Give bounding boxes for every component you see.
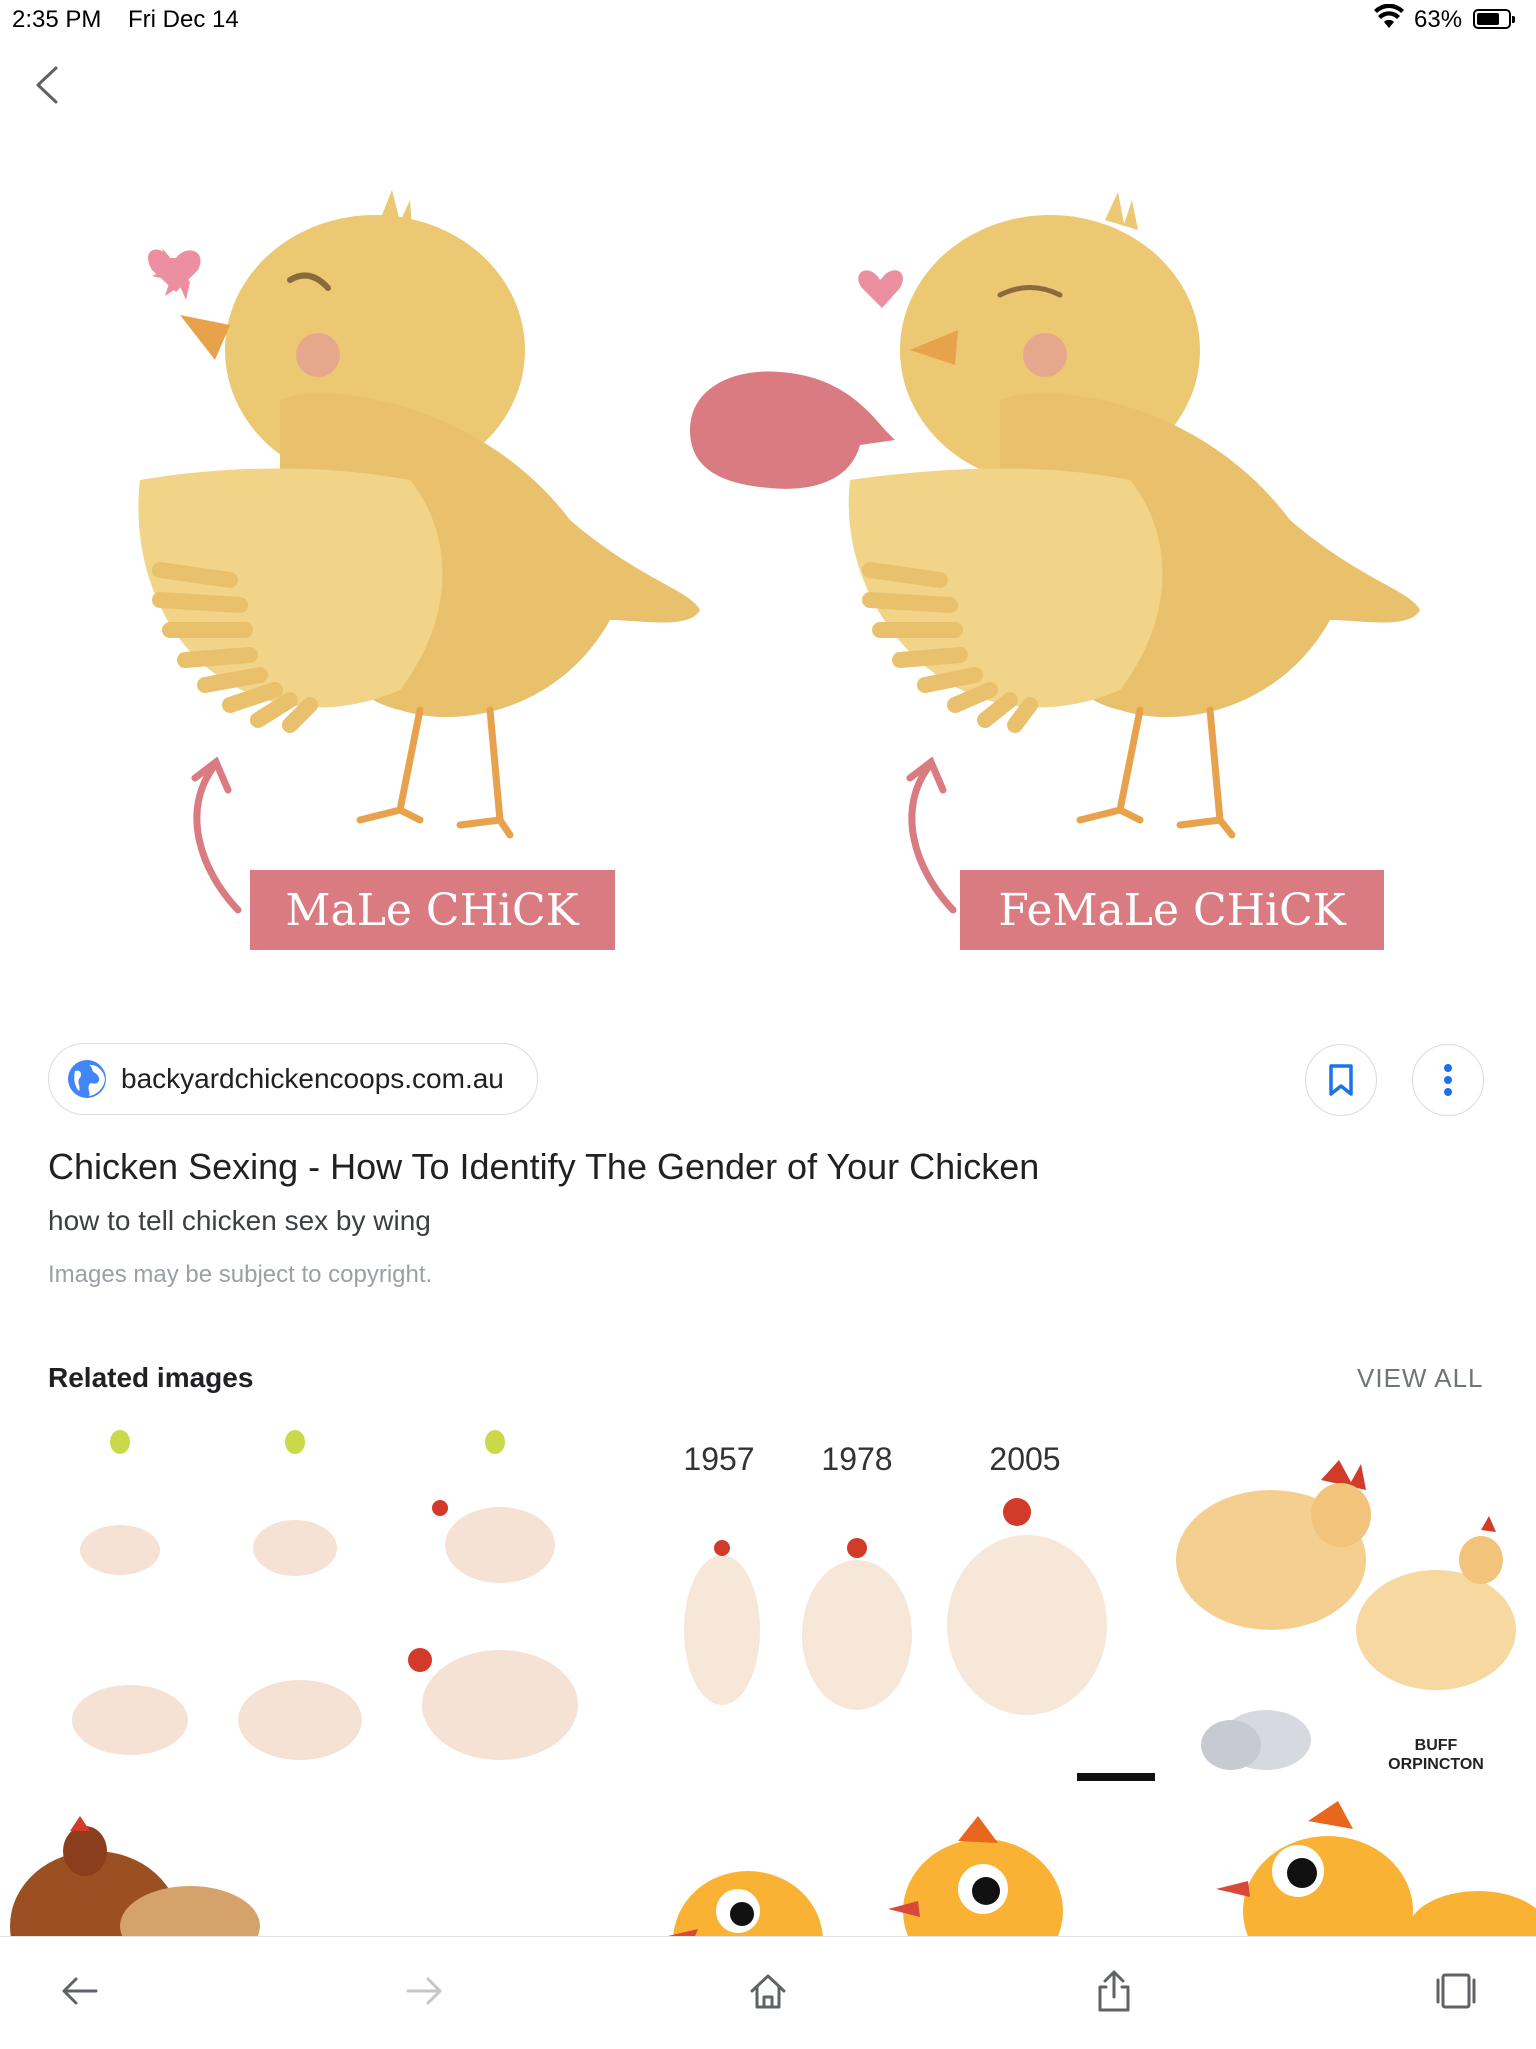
- buff-label-line2: ORPINCTON: [1388, 1756, 1484, 1773]
- result-title[interactable]: Chicken Sexing - How To Identify The Gen…: [48, 1146, 1039, 1188]
- forward-arrow-icon: [406, 1977, 442, 2005]
- battery-percent: 63%: [1414, 6, 1463, 33]
- source-domain: backyardchickencoops.com.au: [121, 1063, 504, 1094]
- status-time: 2:35 PM: [12, 6, 102, 33]
- source-link[interactable]: backyardchickencoops.com.au: [48, 1043, 538, 1115]
- share-icon: [1098, 1970, 1130, 2012]
- related-images-heading: Related images: [48, 1362, 254, 1393]
- buff-label-line1: BUFF: [1415, 1737, 1458, 1754]
- nav-back-button[interactable]: [48, 1959, 112, 2023]
- male-chick: MaLe CHiCK: [138, 190, 700, 950]
- more-vertical-icon: [1444, 1064, 1452, 1096]
- year-1957: 1957: [683, 1441, 754, 1477]
- result-subtitle: how to tell chicken sex by wing: [48, 1205, 431, 1236]
- female-chick-label: FeMaLe CHiCK: [998, 885, 1346, 936]
- year-1978: 1978: [821, 1441, 892, 1477]
- copyright-notice: Images may be subject to copyright.: [48, 1261, 433, 1288]
- bottom-navigation-bar: [0, 1936, 1536, 2049]
- speech-bubble: CHeeP! CHeeP!: [690, 302, 895, 489]
- wifi-icon: [1374, 3, 1404, 37]
- nav-forward-button[interactable]: [392, 1959, 456, 2023]
- nav-tabs-button[interactable]: [1424, 1959, 1488, 2023]
- related-image-cartoon-chickens[interactable]: [278, 1791, 1536, 1936]
- related-image-broiler-growth[interactable]: [0, 1420, 601, 1785]
- view-all-link[interactable]: VIEW ALL: [1357, 1363, 1484, 1394]
- nav-home-button[interactable]: [736, 1959, 800, 2023]
- nav-share-button[interactable]: [1082, 1959, 1146, 2023]
- tabs-icon: [1436, 1973, 1476, 2009]
- more-options-button[interactable]: [1412, 1044, 1484, 1116]
- home-icon: [750, 1974, 786, 2009]
- back-chevron-icon[interactable]: [28, 60, 68, 110]
- globe-icon: [68, 1060, 106, 1098]
- bookmark-icon: [1329, 1064, 1353, 1096]
- status-date: Fri Dec 14: [128, 6, 239, 33]
- female-chick: FeMaLe CHiCK: [848, 192, 1420, 950]
- back-arrow-icon: [62, 1977, 98, 2005]
- related-image-brown-hen[interactable]: [0, 1791, 272, 1936]
- speech-large: CHeeP!: [702, 337, 834, 377]
- male-chick-label: MaLe CHiCK: [285, 885, 579, 936]
- related-image-buff-orpington[interactable]: BUFF ORPINCTON: [1161, 1420, 1536, 1785]
- status-bar: 2:35 PM Fri Dec 14 63%: [0, 0, 1536, 40]
- speech-small: CHeeP!: [717, 302, 813, 338]
- year-2005: 2005: [989, 1441, 1060, 1477]
- save-bookmark-button[interactable]: [1305, 1044, 1377, 1116]
- battery-icon: [1473, 9, 1515, 29]
- related-image-broiler-comparison[interactable]: 1957 1978 2005: [607, 1420, 1155, 1785]
- hero-image[interactable]: MaLe CHiCK CHeeP! CHeeP! FeMaLe CHiCK: [0, 150, 1536, 970]
